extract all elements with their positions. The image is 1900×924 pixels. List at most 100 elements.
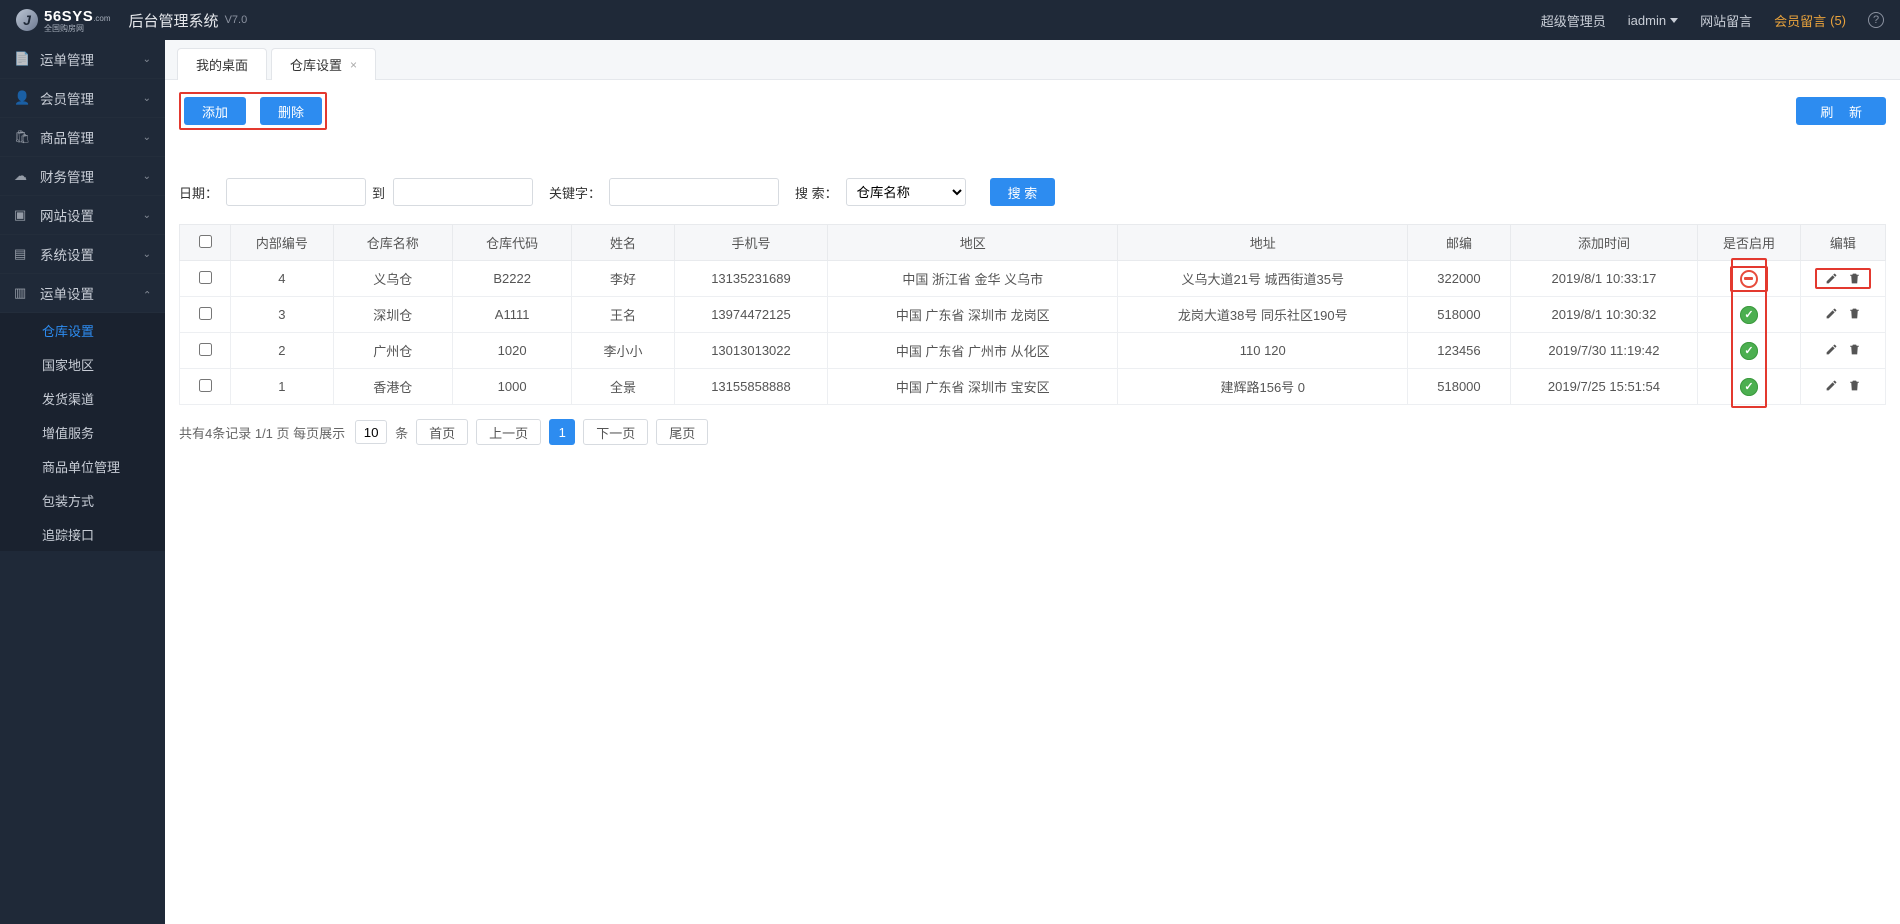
pager-first[interactable]: 首页 xyxy=(416,419,468,445)
tab-1[interactable]: 仓库设置× xyxy=(271,48,376,80)
cell: B2222 xyxy=(452,261,571,297)
cell: 4 xyxy=(231,261,333,297)
search-type-label: 搜 索： xyxy=(795,183,838,202)
cell xyxy=(180,261,231,297)
delete-icon[interactable] xyxy=(1848,307,1861,320)
sidebar-item-4[interactable]: ▣网站设置⌄ xyxy=(0,196,165,235)
col-header-9: 添加时间 xyxy=(1510,225,1698,261)
user-menu[interactable]: iadmin xyxy=(1628,13,1678,28)
cell-status: ✓ xyxy=(1698,333,1800,369)
sidebar-item-6[interactable]: ▥运单设置⌄ xyxy=(0,274,165,313)
table-row: 4义乌仓B2222李好13135231689中国 浙江省 金华 义乌市义乌大道2… xyxy=(180,261,1886,297)
menu-label: 系统设置 xyxy=(40,244,94,264)
pager-last[interactable]: 尾页 xyxy=(656,419,708,445)
cell xyxy=(180,333,231,369)
sidebar-subitem-6[interactable]: 追踪接口 xyxy=(0,517,165,551)
table-row: 3深圳仓A1111王名13974472125中国 广东省 深圳市 龙岗区龙岗大道… xyxy=(180,297,1886,333)
cell-status: ✓ xyxy=(1698,297,1800,333)
menu-label: 会员管理 xyxy=(40,88,94,108)
cell: 香港仓 xyxy=(333,369,452,405)
add-button[interactable]: 添加 xyxy=(184,97,246,125)
close-icon[interactable]: × xyxy=(350,58,357,72)
cell: 518000 xyxy=(1408,369,1510,405)
menu-icon: 📄 xyxy=(14,51,30,67)
sidebar-item-2[interactable]: 🛍商品管理⌄ xyxy=(0,118,165,157)
search-type-select[interactable]: 仓库名称 xyxy=(846,178,966,206)
search-button[interactable]: 搜 索 xyxy=(990,178,1056,206)
row-checkbox[interactable] xyxy=(199,379,212,392)
status-enabled-icon[interactable]: ✓ xyxy=(1740,306,1758,324)
sidebar-item-1[interactable]: 👤 会员管理 ⌄ xyxy=(0,79,165,118)
edit-icon[interactable] xyxy=(1825,343,1838,356)
cell: 123456 xyxy=(1408,333,1510,369)
row-checkbox[interactable] xyxy=(199,271,212,284)
cell: 13155858888 xyxy=(674,369,828,405)
username: iadmin xyxy=(1628,13,1666,28)
pager-next[interactable]: 下一页 xyxy=(583,419,648,445)
tab-label: 我的桌面 xyxy=(196,55,248,74)
menu-label: 商品管理 xyxy=(40,127,94,147)
user-role: 超级管理员 xyxy=(1541,11,1606,30)
row-checkbox[interactable] xyxy=(199,307,212,320)
chevron-down-icon xyxy=(1670,18,1678,23)
cell: 义乌大道21号 城西街道35号 xyxy=(1118,261,1408,297)
member-messages-link[interactable]: 会员留言 (5) xyxy=(1774,11,1846,30)
refresh-button[interactable]: 刷 新 xyxy=(1796,97,1886,125)
cell: 全景 xyxy=(572,369,674,405)
highlight-box-actions: 添加 删除 xyxy=(179,92,327,130)
status-enabled-icon[interactable]: ✓ xyxy=(1740,378,1758,396)
sidebar-subitem-1[interactable]: 国家地区 xyxy=(0,347,165,381)
delete-button[interactable]: 删除 xyxy=(260,97,322,125)
select-all-checkbox[interactable] xyxy=(199,235,212,248)
cell: 518000 xyxy=(1408,297,1510,333)
sidebar-subitem-3[interactable]: 增值服务 xyxy=(0,415,165,449)
pager-page-current[interactable]: 1 xyxy=(549,419,575,445)
logo-tagline: 全国购房网 xyxy=(44,25,111,33)
pager-prev[interactable]: 上一页 xyxy=(476,419,541,445)
edit-icon[interactable] xyxy=(1825,272,1838,285)
chevron-down-icon: ⌄ xyxy=(143,93,151,104)
edit-icon[interactable] xyxy=(1825,379,1838,392)
row-checkbox[interactable] xyxy=(199,343,212,356)
menu-icon: ▣ xyxy=(14,207,30,223)
cell xyxy=(180,297,231,333)
status-enabled-icon[interactable]: ✓ xyxy=(1740,342,1758,360)
tab-0[interactable]: 我的桌面 xyxy=(177,48,267,80)
sidebar-subitem-0[interactable]: 仓库设置 xyxy=(0,313,165,347)
menu-icon: ☁ xyxy=(14,168,30,184)
sidebar-item-0[interactable]: 📄运单管理⌄ xyxy=(0,40,165,79)
system-title: 后台管理系统 xyxy=(129,10,219,31)
menu-label: 财务管理 xyxy=(40,166,94,186)
cell: 李好 xyxy=(572,261,674,297)
cell-actions xyxy=(1800,333,1885,369)
sidebar-subitem-5[interactable]: 包装方式 xyxy=(0,483,165,517)
site-messages-link[interactable]: 网站留言 xyxy=(1700,11,1752,30)
keyword-input[interactable] xyxy=(609,178,779,206)
cell: 2019/8/1 10:30:32 xyxy=(1510,297,1698,333)
menu-icon: 👤 xyxy=(14,90,30,106)
date-from-input[interactable] xyxy=(226,178,366,206)
menu-label: 运单设置 xyxy=(40,283,94,303)
sidebar-subitem-4[interactable]: 商品单位管理 xyxy=(0,449,165,483)
delete-icon[interactable] xyxy=(1848,343,1861,356)
page-size-input[interactable] xyxy=(355,420,387,444)
delete-icon[interactable] xyxy=(1848,272,1861,285)
cell: 3 xyxy=(231,297,333,333)
cell: 13135231689 xyxy=(674,261,828,297)
cell: 龙岗大道38号 同乐社区190号 xyxy=(1118,297,1408,333)
help-icon[interactable]: ? xyxy=(1868,12,1884,28)
sidebar-item-5[interactable]: ▤系统设置⌄ xyxy=(0,235,165,274)
status-disabled-icon[interactable] xyxy=(1740,270,1758,288)
edit-icon[interactable] xyxy=(1825,307,1838,320)
pager-summary: 共有4条记录 1/1 页 每页展示 xyxy=(179,423,345,442)
sidebar-item-3[interactable]: ☁财务管理⌄ xyxy=(0,157,165,196)
delete-icon[interactable] xyxy=(1848,379,1861,392)
keyword-label: 关键字： xyxy=(549,183,601,202)
cell: 中国 广东省 深圳市 龙岗区 xyxy=(828,297,1118,333)
date-to-input[interactable] xyxy=(393,178,533,206)
sidebar-subitem-2[interactable]: 发货渠道 xyxy=(0,381,165,415)
date-label: 日期： xyxy=(179,183,218,202)
date-to-label: 到 xyxy=(372,183,385,202)
pager-unit: 条 xyxy=(395,423,408,442)
tab-bar: 我的桌面 仓库设置× xyxy=(165,40,1900,80)
